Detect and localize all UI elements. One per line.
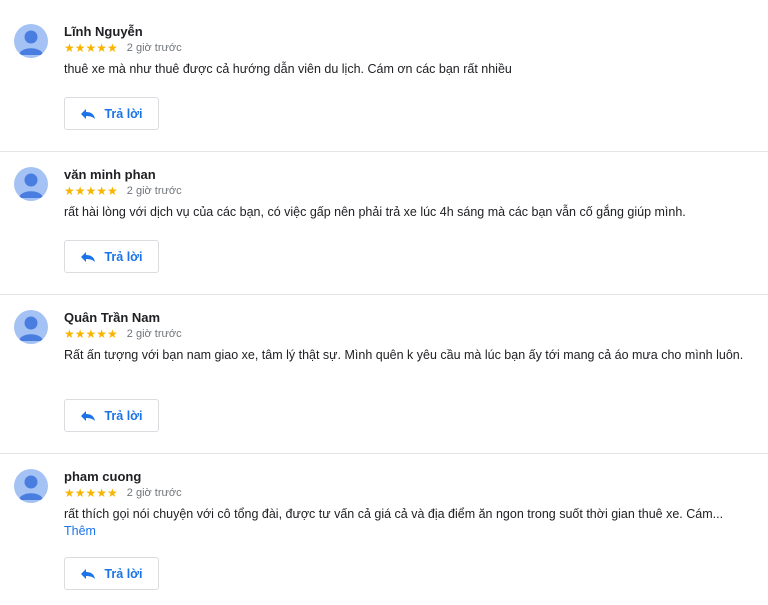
review-time: 2 giờ trước [126, 487, 182, 499]
reply-button[interactable]: Trả lời [64, 399, 159, 432]
person-avatar-icon [19, 173, 43, 198]
person-avatar-icon [19, 475, 43, 500]
reviewer-name[interactable]: pham cuong [64, 469, 141, 484]
review-text: Rất ấn tượng với bạn nam giao xe, tâm lý… [64, 347, 754, 364]
divider [0, 453, 768, 454]
avatar[interactable] [14, 24, 48, 58]
review-card: Lĩnh Nguyễn ★★★★★ 2 giờ trước thuê xe mà… [0, 24, 768, 152]
rating-row: ★★★★★ 2 giờ trước [64, 41, 182, 55]
avatar[interactable] [14, 310, 48, 344]
reply-arrow-icon [81, 410, 96, 421]
rating-row: ★★★★★ 2 giờ trước [64, 486, 182, 500]
reply-button-label: Trả lời [104, 106, 143, 121]
review-time: 2 giờ trước [126, 328, 182, 340]
rating-row: ★★★★★ 2 giờ trước [64, 184, 182, 198]
divider [0, 151, 768, 152]
star-rating: ★★★★★ [64, 184, 118, 198]
reply-arrow-icon [81, 251, 96, 262]
review-card: Quân Trần Nam ★★★★★ 2 giờ trước Rất ấn t… [0, 310, 768, 454]
reviewer-name[interactable]: văn minh phan [64, 167, 156, 182]
reply-button[interactable]: Trả lời [64, 240, 159, 273]
person-avatar-icon [19, 30, 43, 55]
review-card: văn minh phan ★★★★★ 2 giờ trước rất hài … [0, 167, 768, 295]
review-time: 2 giờ trước [126, 42, 182, 54]
reviewer-name[interactable]: Lĩnh Nguyễn [64, 24, 143, 39]
reply-button[interactable]: Trả lời [64, 557, 159, 590]
avatar[interactable] [14, 469, 48, 503]
review-time: 2 giờ trước [126, 185, 182, 197]
review-text: rất thích gọi nói chuyện với cô tổng đài… [64, 506, 754, 540]
reviewer-name[interactable]: Quân Trần Nam [64, 310, 160, 325]
star-rating: ★★★★★ [64, 41, 118, 55]
review-card: pham cuong ★★★★★ 2 giờ trước rất thích g… [0, 469, 768, 605]
review-text: thuê xe mà như thuê được cả hướng dẫn vi… [64, 61, 754, 78]
reply-arrow-icon [81, 108, 96, 119]
more-link[interactable]: Thêm [64, 524, 96, 538]
review-text-body: rất thích gọi nói chuyện với cô tổng đài… [64, 507, 724, 521]
review-text-body: Rất ấn tượng với bạn nam giao xe, tâm lý… [64, 348, 744, 362]
reply-arrow-icon [81, 568, 96, 579]
review-text: rất hài lòng với dịch vụ của các bạn, có… [64, 204, 754, 221]
rating-row: ★★★★★ 2 giờ trước [64, 327, 182, 341]
reply-button[interactable]: Trả lời [64, 97, 159, 130]
star-rating: ★★★★★ [64, 486, 118, 500]
review-text-body: thuê xe mà như thuê được cả hướng dẫn vi… [64, 62, 512, 76]
star-rating: ★★★★★ [64, 327, 118, 341]
reply-button-label: Trả lời [104, 408, 143, 423]
reply-button-label: Trả lời [104, 566, 143, 581]
person-avatar-icon [19, 316, 43, 341]
review-text-body: rất hài lòng với dịch vụ của các bạn, có… [64, 205, 686, 219]
divider [0, 294, 768, 295]
reply-button-label: Trả lời [104, 249, 143, 264]
avatar[interactable] [14, 167, 48, 201]
